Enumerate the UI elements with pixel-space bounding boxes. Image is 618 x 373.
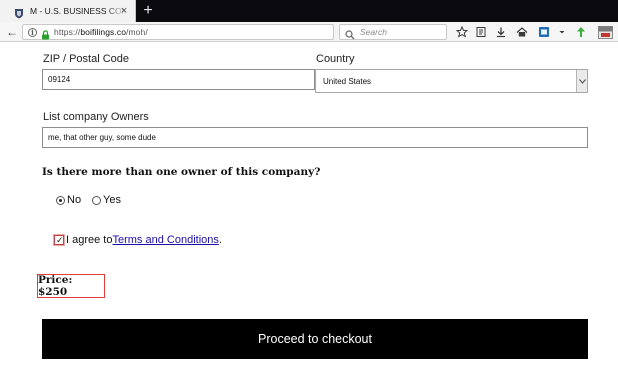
tab-title: M - U.S. BUSINESS COMPLIANCE [30, 6, 126, 16]
owners-label: List company Owners [43, 111, 149, 123]
radio-yes[interactable] [92, 195, 101, 205]
search-input[interactable]: Search [339, 24, 447, 40]
terms-agreement: ✓ I agree to Terms and Conditions . [53, 234, 222, 246]
agree-prefix: I agree to [66, 234, 113, 246]
radio-no[interactable] [56, 195, 65, 205]
agree-suffix: . [218, 234, 222, 246]
star-icon[interactable] [455, 25, 469, 39]
browser-tab[interactable]: M - U.S. BUSINESS COMPLIANCE × [0, 0, 136, 22]
radio-option-no[interactable]: No [56, 194, 81, 206]
terms-checkbox[interactable]: ✓ [53, 234, 65, 246]
radio-no-label: No [67, 194, 82, 206]
checkout-button[interactable]: Proceed to checkout [42, 319, 588, 359]
chevron-down-icon[interactable] [576, 70, 587, 92]
back-icon[interactable]: ← [4, 24, 20, 40]
url-host: boifilings.co [80, 27, 127, 37]
favicon-icon [14, 6, 24, 18]
navigation-bar: ← i https://boifilings.co/moh/ Search [0, 22, 618, 42]
upload-arrow-icon[interactable] [574, 25, 588, 39]
close-icon[interactable]: × [119, 6, 129, 17]
search-placeholder: Search [360, 27, 387, 37]
terms-link[interactable]: Terms and Conditions [112, 234, 218, 246]
country-selected-value: United States [323, 76, 372, 86]
country-select[interactable]: United States [315, 69, 588, 93]
zip-label: ZIP / Postal Code [43, 53, 130, 65]
tab-strip: M - U.S. BUSINESS COMPLIANCE × + [0, 0, 618, 22]
owners-field[interactable]: me, that other guy, some dude [42, 127, 588, 148]
zip-field[interactable]: 09124 [42, 69, 315, 90]
url-bar[interactable]: i https://boifilings.co/moh/ [22, 24, 334, 40]
extension-icon[interactable] [597, 25, 613, 39]
reading-list-icon[interactable] [474, 25, 488, 39]
url-path: /moh/ [126, 27, 148, 37]
new-tab-icon[interactable]: + [140, 2, 156, 20]
overflow-icon[interactable] [555, 25, 569, 39]
pocket-icon[interactable] [537, 25, 551, 39]
checkmark-icon: ✓ [56, 235, 64, 245]
radio-option-yes[interactable]: Yes [92, 194, 121, 206]
download-icon[interactable] [494, 25, 508, 39]
url-prefix: https:// [54, 27, 81, 37]
home-icon[interactable] [515, 25, 529, 39]
price-label: Price: $250 [37, 274, 105, 298]
radio-yes-label: Yes [103, 194, 121, 206]
url-text: https://boifilings.co/moh/ [54, 27, 148, 37]
info-icon[interactable]: i [28, 27, 37, 37]
lock-icon[interactable] [41, 27, 50, 40]
country-label: Country [316, 53, 355, 65]
search-icon [345, 27, 355, 40]
owner-question: Is there more than one owner of this com… [42, 166, 321, 178]
